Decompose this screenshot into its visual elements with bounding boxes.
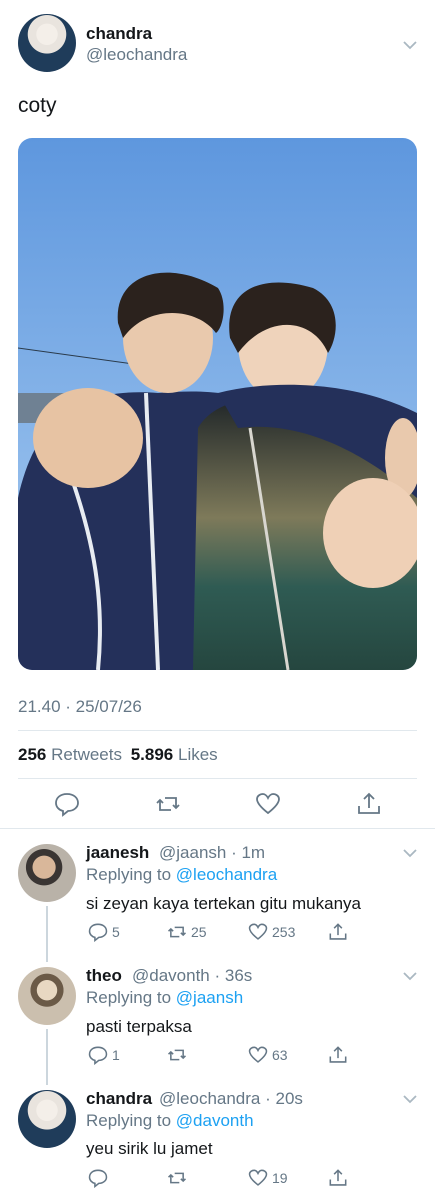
replying-prefix: Replying to <box>86 1111 172 1130</box>
like-icon <box>248 1169 268 1186</box>
retweet-icon <box>167 926 187 938</box>
reply-text: pasti terpaksa <box>86 1017 192 1036</box>
reply-icon <box>88 923 108 942</box>
avatar[interactable] <box>18 14 76 72</box>
tweet-stats: 256 Retweets 5.896 Likes <box>18 745 218 765</box>
reply-text: si zeyan kaya tertekan gitu mukanya <box>86 894 361 913</box>
mention-link[interactable]: @jaansh <box>176 988 243 1007</box>
reply-author-name[interactable]: chandra <box>86 1089 152 1109</box>
retweet-button[interactable]: 25 <box>167 922 207 942</box>
retweet-icon <box>167 1049 187 1061</box>
tweet-photo[interactable] <box>18 138 417 670</box>
avatar[interactable] <box>18 967 76 1025</box>
divider <box>0 828 435 829</box>
like-icon <box>248 923 268 940</box>
like-button[interactable]: 253 <box>248 922 295 942</box>
avatar[interactable] <box>18 844 76 902</box>
thread-line <box>46 906 48 962</box>
like-count: 253 <box>272 924 296 940</box>
share-icon <box>329 1046 347 1063</box>
reply-count: 5 <box>112 924 120 940</box>
share-icon <box>329 923 347 940</box>
retweet-count: 25 <box>191 924 207 940</box>
share-button[interactable] <box>328 922 348 942</box>
reply-author-handle[interactable]: @davonth · 36s <box>132 966 252 986</box>
reply-author-name[interactable]: theo <box>86 966 122 986</box>
reply-button[interactable]: 5 <box>88 922 120 942</box>
mention-link[interactable]: @davonth <box>176 1111 254 1130</box>
replying-prefix: Replying to <box>86 865 172 884</box>
replying-prefix: Replying to <box>86 988 172 1007</box>
share-button[interactable] <box>328 1168 348 1188</box>
reply-text: yeu sirik lu jamet <box>86 1139 213 1158</box>
like-button[interactable]: 63 <box>248 1045 288 1065</box>
reply-author-handle[interactable]: @jaansh · 1m <box>159 843 265 863</box>
thread-line <box>46 1029 48 1085</box>
reply-count: 1 <box>112 1047 120 1063</box>
reply-tweet[interactable]: jaanesh @jaansh · 1m Replying to @leocha… <box>0 842 435 962</box>
replying-to: Replying to @jaansh <box>86 988 243 1008</box>
retweet-button[interactable] <box>167 1168 191 1188</box>
avatar[interactable] <box>18 1090 76 1148</box>
chevron-down-icon[interactable] <box>403 969 417 983</box>
like-icon[interactable] <box>255 791 281 817</box>
reply-button[interactable] <box>88 1168 112 1188</box>
share-icon[interactable] <box>356 791 382 817</box>
retweet-icon[interactable] <box>155 791 181 817</box>
reply-icon <box>88 1046 108 1065</box>
replying-to: Replying to @davonth <box>86 1111 254 1131</box>
like-icon <box>248 1046 268 1063</box>
replying-to: Replying to @leochandra <box>86 865 277 885</box>
like-count: 19 <box>272 1170 288 1186</box>
chevron-down-icon[interactable] <box>403 846 417 860</box>
divider <box>18 730 417 731</box>
retweet-icon <box>167 1172 187 1184</box>
reply-tweet[interactable]: theo @davonth · 36s Replying to @jaansh … <box>0 965 435 1085</box>
share-button[interactable] <box>328 1045 348 1065</box>
retweet-button[interactable] <box>167 1045 191 1065</box>
chevron-down-icon[interactable] <box>403 1092 417 1106</box>
reply-author-name[interactable]: jaanesh <box>86 843 149 863</box>
likes-label[interactable]: Likes <box>178 745 218 764</box>
author-handle[interactable]: @leochandra <box>86 45 187 65</box>
author-name[interactable]: chandra <box>86 24 152 44</box>
chevron-down-icon[interactable] <box>403 38 417 52</box>
retweets-label[interactable]: Retweets <box>51 745 122 764</box>
tweet-timestamp: 21.40 · 25/07/26 <box>18 697 142 716</box>
reply-icon[interactable] <box>54 791 80 817</box>
reply-icon <box>88 1169 108 1188</box>
like-count: 63 <box>272 1047 288 1063</box>
mention-link[interactable]: @leochandra <box>176 865 277 884</box>
divider <box>18 778 417 779</box>
reply-tweet[interactable]: chandra @leochandra · 20s Replying to @d… <box>0 1088 435 1199</box>
retweets-count[interactable]: 256 <box>18 745 46 764</box>
reply-author-handle[interactable]: @leochandra · 20s <box>159 1089 303 1109</box>
like-button[interactable]: 19 <box>248 1168 288 1188</box>
tweet-text: coty <box>18 94 57 117</box>
likes-count[interactable]: 5.896 <box>131 745 174 764</box>
share-icon <box>329 1169 347 1186</box>
reply-button[interactable]: 1 <box>88 1045 120 1065</box>
